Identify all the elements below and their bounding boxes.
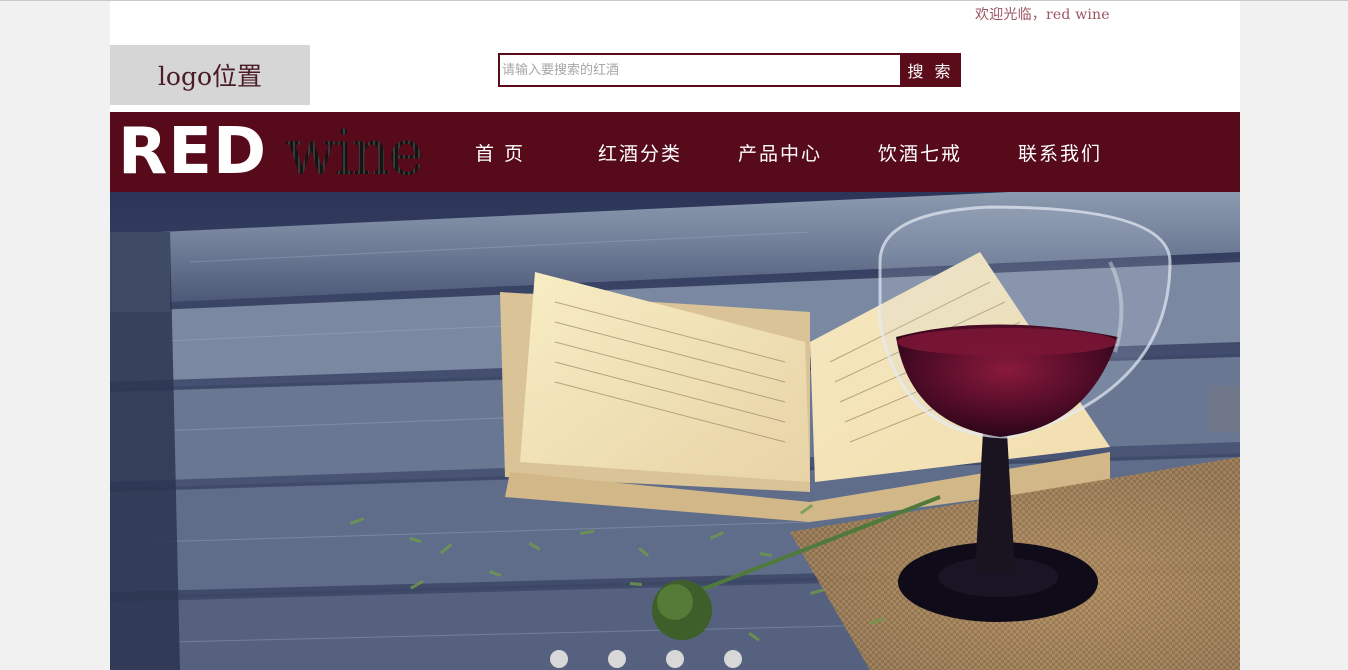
nav-item-drinking-rules[interactable]: 饮酒七戒 xyxy=(850,112,990,192)
nav-item-products[interactable]: 产品中心 xyxy=(710,112,850,192)
page-container: 欢迎光临，red wine logo位置 搜 索 RED wine 首 页 红酒… xyxy=(110,1,1240,670)
search-input[interactable] xyxy=(498,53,900,87)
nav-item-wine-categories[interactable]: 红酒分类 xyxy=(570,112,710,192)
banner-carousel[interactable] xyxy=(110,192,1240,670)
search-bar: 搜 索 xyxy=(498,53,961,87)
carousel-next-arrow[interactable] xyxy=(1210,386,1240,432)
nav-item-home[interactable]: 首 页 xyxy=(430,112,570,192)
main-navbar: RED wine 首 页 红酒分类 产品中心 饮酒七戒 联系我们 xyxy=(110,112,1240,192)
carousel-dot-1[interactable] xyxy=(550,650,568,668)
nav-menu: 首 页 红酒分类 产品中心 饮酒七戒 联系我们 xyxy=(430,112,1130,192)
banner-image-wine-and-book xyxy=(110,192,1240,670)
carousel-dot-3[interactable] xyxy=(666,650,684,668)
nav-item-contact[interactable]: 联系我们 xyxy=(990,112,1130,192)
brand-red-text: RED xyxy=(118,115,268,189)
carousel-dot-2[interactable] xyxy=(608,650,626,668)
welcome-text: 欢迎光临，red wine xyxy=(975,7,1110,23)
brand-wine-text: wine xyxy=(285,116,424,190)
search-button[interactable]: 搜 索 xyxy=(900,53,961,87)
logo-placeholder-label: logo位置 xyxy=(157,62,263,91)
carousel-indicators xyxy=(550,650,742,668)
brand-logo[interactable]: RED wine xyxy=(118,115,424,190)
logo-placeholder: logo位置 xyxy=(110,45,310,105)
carousel-dot-4[interactable] xyxy=(724,650,742,668)
